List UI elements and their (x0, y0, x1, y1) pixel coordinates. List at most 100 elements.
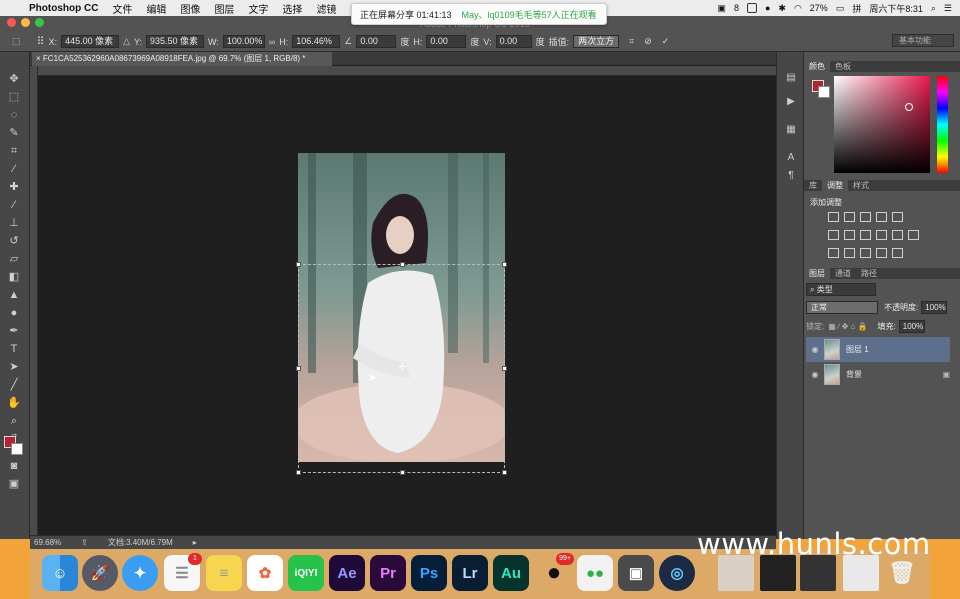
dock-safari[interactable]: ✦ (122, 555, 158, 591)
tab-libraries[interactable]: 库 (804, 180, 822, 191)
tab-channels[interactable]: 通道 (830, 268, 856, 279)
tab-adjustments[interactable]: 调整 (822, 180, 848, 191)
channel-mixer-icon[interactable] (892, 230, 903, 240)
character-icon[interactable]: A (785, 152, 797, 164)
color-picker-marker[interactable] (905, 103, 913, 111)
stamp-tool-icon[interactable]: ⊥ (7, 216, 21, 230)
type-tool-icon[interactable]: T (7, 342, 21, 356)
list-icon[interactable]: ☰ (944, 3, 952, 14)
transform-center-icon[interactable]: ✛ (398, 362, 406, 373)
transform-handle-right[interactable] (502, 366, 507, 371)
commit-transform-icon[interactable]: ✓ (662, 36, 670, 47)
healing-tool-icon[interactable]: ✚ (7, 180, 21, 194)
menu-file[interactable]: 文件 (105, 1, 139, 16)
transform-bounding-box[interactable]: ✛ (296, 262, 507, 475)
transform-handle-br[interactable] (502, 470, 507, 475)
path-select-tool-icon[interactable]: ➤ (7, 360, 21, 374)
hue-slider[interactable] (937, 76, 948, 173)
reference-point-icon[interactable]: ⠿ (37, 35, 45, 48)
crop-tool-icon[interactable]: ⌗ (7, 144, 21, 158)
brush-tool-icon[interactable]: ∕ (7, 198, 21, 212)
vskew-field[interactable]: 0.00 (495, 35, 532, 48)
posterize-icon[interactable] (844, 248, 855, 258)
dock-photos[interactable]: ✿ (247, 555, 283, 591)
tab-styles[interactable]: 样式 (848, 180, 874, 191)
close-window-button[interactable] (7, 18, 16, 27)
gradient-tool-icon[interactable]: ◧ (7, 270, 21, 284)
w-field[interactable]: 100.00% (222, 35, 265, 48)
dodge-tool-icon[interactable]: ● (7, 306, 21, 320)
link-icon[interactable]: ∞ (269, 37, 275, 47)
history-icon[interactable]: ▤ (785, 72, 797, 84)
lock-icons[interactable]: ▦ ∕ ✥ ⌂ 🔒 (828, 322, 867, 331)
curves-icon[interactable] (860, 212, 871, 222)
background-color-swatch[interactable] (11, 443, 23, 455)
color-lookup-icon[interactable] (908, 230, 919, 240)
battery-icon[interactable]: ▭ (836, 3, 845, 14)
y-field[interactable]: 935.50 像素 (146, 35, 205, 48)
color-balance-icon[interactable] (844, 230, 855, 240)
dock-audition[interactable]: Au (493, 555, 529, 591)
menu-edit[interactable]: 编辑 (139, 1, 173, 16)
document-tab[interactable]: × FC1CA525362960A08673969A08918FEA.jpg @… (32, 52, 332, 66)
opacity-field[interactable]: 100% (921, 301, 948, 314)
menu-app-name[interactable]: Photoshop CC (22, 3, 105, 14)
blend-mode-select[interactable]: 正常 (806, 301, 878, 314)
screen-mode-icon[interactable]: ▣ (7, 477, 21, 491)
menu-image[interactable]: 图像 (173, 1, 207, 16)
transform-handle-tr[interactable] (502, 262, 507, 267)
tab-layers[interactable]: 图层 (804, 268, 830, 279)
layer-row-1[interactable]: ◉ 图层 1 (806, 337, 950, 362)
dock-launchpad[interactable]: 🚀 (82, 555, 118, 591)
exposure-icon[interactable] (876, 212, 887, 222)
fill-field[interactable]: 100% (898, 320, 925, 333)
wechat-status-icon[interactable]: ● (765, 3, 770, 13)
dock-premiere[interactable]: Pr (370, 555, 406, 591)
hand-tool-icon[interactable]: ✋ (7, 396, 21, 410)
move-tool-icon[interactable]: ✥ (7, 72, 21, 86)
transform-handle-tl[interactable] (296, 262, 301, 267)
dock-preview[interactable]: ▣ (618, 555, 654, 591)
eyedropper-tool-icon[interactable]: ⁄ (7, 162, 21, 176)
h-field[interactable]: 106.46% (292, 35, 341, 48)
clock[interactable]: 周六下午8:31 (869, 2, 923, 15)
wifi-icon[interactable]: ◠ (794, 3, 802, 14)
search-icon[interactable]: ⌕ (931, 3, 936, 14)
zoom-tool-icon[interactable]: ⌕ (7, 414, 21, 428)
threshold-icon[interactable] (860, 248, 871, 258)
share-icon[interactable]: ⇪ (81, 538, 88, 547)
dock-finder[interactable]: ☺ (42, 555, 78, 591)
marquee-tool-icon[interactable]: ⬚ (7, 90, 21, 104)
actions-icon[interactable]: ▶ (785, 96, 797, 108)
dock-photoshop[interactable]: Ps (411, 555, 447, 591)
dock-after-effects[interactable]: Ae (329, 555, 365, 591)
dock-quicktime[interactable]: ◎ (659, 555, 695, 591)
shape-tool-icon[interactable]: ╱ (7, 378, 21, 392)
blur-tool-icon[interactable]: ▲ (7, 288, 21, 302)
layer-row-background[interactable]: ◉ 背景 ▣ (806, 362, 950, 387)
vertical-ruler[interactable] (30, 66, 38, 535)
quick-select-tool-icon[interactable]: ✎ (7, 126, 21, 140)
horizontal-ruler[interactable] (38, 66, 776, 76)
invert-icon[interactable] (828, 248, 839, 258)
workspace-select[interactable]: 基本功能 (892, 34, 954, 47)
layer-comps-icon[interactable]: ▦ (785, 124, 797, 136)
minimize-window-button[interactable] (21, 18, 30, 27)
gradient-map-icon[interactable] (876, 248, 887, 258)
quick-mask-icon[interactable]: ◙ (7, 459, 21, 473)
layer-kind-filter[interactable]: ⌕ 类型 (806, 283, 876, 296)
tab-swatches[interactable]: 色板 (830, 61, 856, 72)
hue-saturation-icon[interactable] (828, 230, 839, 240)
menu-select[interactable]: 选择 (275, 1, 309, 16)
visibility-eye-icon[interactable]: ◉ (806, 345, 824, 354)
eraser-tool-icon[interactable]: ▱ (7, 252, 21, 266)
vibrance-icon[interactable] (892, 212, 903, 222)
zoom-window-button[interactable] (35, 18, 44, 27)
warp-mode-icon[interactable]: ⌗ (629, 36, 634, 47)
pen-tool-icon[interactable]: ✒ (7, 324, 21, 338)
transform-tool-icon[interactable]: ⬚ (12, 36, 21, 47)
cancel-transform-icon[interactable]: ⊘ (644, 36, 652, 47)
bluetooth-icon[interactable]: ✱ (778, 3, 786, 14)
canvas-area[interactable]: ✛ ➤ (38, 76, 776, 535)
status-menu-icon[interactable]: ▸ (193, 538, 197, 547)
